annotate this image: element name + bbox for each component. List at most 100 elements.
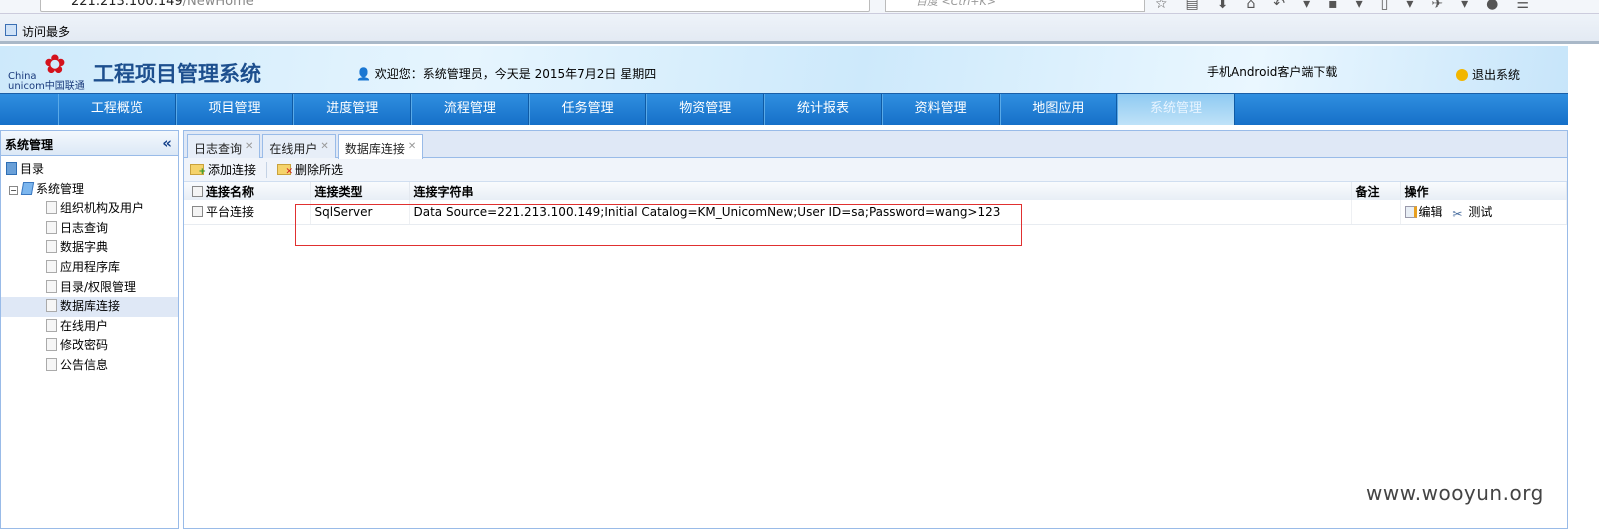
nav-progress[interactable]: 进度管理 (293, 94, 412, 125)
sidebar-item-org-users[interactable]: 组织机构及用户 (1, 199, 178, 219)
search-input[interactable]: 百度 <Ctrl+K> (885, 0, 1145, 12)
folder-icon (20, 181, 35, 195)
sidebar: 系统管理 « 目录 − 系统管理 组织机构及用户 日志查询 数据字典 应用程序库 … (0, 130, 179, 529)
grid-toolbar: + 添加连接 ✕ 删除所选 (184, 158, 1567, 182)
directory-icon (6, 162, 17, 175)
system-title: 工程项目管理系统 (93, 62, 261, 86)
select-all-checkbox[interactable] (192, 185, 203, 197)
browser-toolbar-icons[interactable]: ☆▤⬇⌂↶▾▪▾▯▾✈▾●☰ (1155, 0, 1547, 12)
collapse-node-icon[interactable]: − (9, 185, 18, 195)
page-icon (46, 357, 57, 371)
nav-system[interactable]: 系统管理 (1117, 94, 1235, 125)
tab-label: 数据库连接 (344, 142, 405, 156)
nav-map[interactable]: 地图应用 (999, 94, 1118, 125)
header-name: 连接名称 (184, 182, 311, 200)
close-icon[interactable]: ✕ (408, 141, 416, 152)
url-bar[interactable]: 221.213.100.149/NewHome (40, 0, 870, 12)
main-nav: 工程概览 项目管理 进度管理 流程管理 任务管理 物资管理 统计报表 资料管理 … (0, 93, 1568, 125)
add-connection-label: 添加连接 (208, 163, 257, 177)
content-panel: 日志查询 ✕ 在线用户 ✕ 数据库连接 ✕ + 添加连接 ✕ 删除所选 连接名称 连接类型… (183, 130, 1568, 529)
logout-label: 退出系统 (1472, 68, 1521, 82)
table-header-row: 连接名称 连接类型 连接字符串 备注 操作 (184, 182, 1567, 200)
test-label: 测试 (1468, 205, 1493, 220)
toolbar-separator (266, 161, 268, 178)
sidebar-item-change-password[interactable]: 修改密码 (1, 336, 178, 356)
row-checkbox[interactable] (192, 206, 203, 218)
china-unicom-logo: ✿ China unicom中国联通 (8, 52, 88, 92)
tree-group-label: 系统管理 (36, 181, 85, 196)
nav-reports[interactable]: 统计报表 (764, 94, 882, 125)
sidebar-item-online-users[interactable]: 在线用户 (1, 317, 178, 337)
page-icon (46, 201, 57, 215)
sidebar-item-dictionary[interactable]: 数据字典 (1, 238, 178, 258)
edit-icon (1404, 206, 1417, 219)
add-folder-icon: + (190, 164, 206, 177)
header-label: 连接名称 (206, 184, 255, 199)
header-conn-string: 连接字符串 (409, 182, 1352, 200)
edit-label: 编辑 (1418, 205, 1443, 220)
delete-folder-icon: ✕ (277, 164, 293, 177)
unicom-knot-icon: ✿ (44, 50, 66, 80)
cell-name: 平台连接 (184, 200, 311, 225)
header-note: 备注 (1351, 182, 1401, 200)
sidebar-item-announcements[interactable]: 公告信息 (1, 356, 178, 376)
sidebar-item-label: 组织机构及用户 (60, 201, 145, 216)
tab-label: 日志查询 (194, 142, 243, 156)
collapse-icon[interactable]: « (162, 134, 172, 152)
nav-overview[interactable]: 工程概览 (58, 94, 176, 125)
cell-actions: 编辑 ✂ 测试 (1400, 200, 1567, 225)
nav-workflow[interactable]: 流程管理 (411, 94, 529, 125)
highlight-box (295, 204, 1022, 246)
logout-button[interactable]: 退出系统 (1456, 66, 1520, 83)
header-actions: 操作 (1400, 182, 1567, 200)
close-icon[interactable]: ✕ (245, 141, 253, 152)
sidebar-item-db-connection[interactable]: 数据库连接 (1, 297, 178, 317)
sidebar-item-label: 应用程序库 (60, 259, 121, 274)
app-header: ✿ China unicom中国联通 工程项目管理系统 👤 欢迎您：系统管理员，… (0, 46, 1568, 93)
bookmark-most-visited[interactable]: 访问最多 (22, 23, 70, 40)
nav-materials[interactable]: 物资管理 (646, 94, 765, 125)
browser-toolbar: 221.213.100.149/NewHome 百度 <Ctrl+K> ☆▤⬇⌂… (0, 0, 1599, 14)
sidebar-item-app-library[interactable]: 应用程序库 (1, 258, 178, 278)
tab-log-query[interactable]: 日志查询 ✕ (187, 134, 261, 158)
page-icon (46, 240, 57, 254)
watermark: www.wooyun.org (1366, 481, 1544, 505)
tab-label: 在线用户 (269, 142, 318, 156)
delete-selected-label: 删除所选 (295, 163, 344, 177)
sidebar-item-label: 目录/权限管理 (60, 279, 137, 294)
page-icon (46, 318, 57, 332)
tab-db-connection[interactable]: 数据库连接 ✕ (337, 134, 424, 159)
tree-root[interactable]: 目录 (1, 160, 178, 180)
sidebar-item-label: 数据库连接 (60, 299, 121, 314)
logo-unicom-text: unicom中国联通 (8, 81, 85, 92)
sidebar-item-permissions[interactable]: 目录/权限管理 (1, 278, 178, 298)
page-icon (46, 299, 57, 313)
nav-tasks[interactable]: 任务管理 (528, 94, 647, 125)
android-download-link[interactable]: 手机Android客户端下载 (1207, 63, 1337, 80)
test-button[interactable]: ✂ 测试 (1452, 205, 1493, 222)
tree-group-system[interactable]: − 系统管理 (1, 180, 178, 200)
bookmark-icon (5, 24, 17, 36)
user-icon: 👤 (356, 67, 371, 81)
page-icon (46, 259, 57, 273)
close-icon[interactable]: ✕ (320, 141, 328, 152)
power-icon (1456, 69, 1468, 81)
page-icon (46, 220, 57, 234)
nav-projects[interactable]: 项目管理 (175, 94, 294, 125)
add-connection-button[interactable]: + 添加连接 (190, 161, 256, 178)
nav-documents[interactable]: 资料管理 (881, 94, 1000, 125)
page-icon (46, 338, 57, 352)
welcome-message: 欢迎您：系统管理员，今天是 2015年7月2日 星期四 (374, 67, 657, 81)
tab-online-users[interactable]: 在线用户 ✕ (262, 134, 336, 158)
delete-selected-button[interactable]: ✕ 删除所选 (277, 161, 343, 178)
sidebar-item-label: 公告信息 (60, 357, 109, 372)
sidebar-item-label: 在线用户 (60, 318, 109, 333)
sidebar-item-label: 修改密码 (60, 338, 109, 353)
url-host: 221.213.100.149 (71, 0, 183, 9)
menu-tree: 目录 − 系统管理 组织机构及用户 日志查询 数据字典 应用程序库 目录/权限管理… (1, 156, 178, 376)
edit-button[interactable]: 编辑 (1404, 205, 1443, 220)
page-icon (46, 279, 57, 293)
tools-icon: ✂ (1452, 207, 1463, 222)
sidebar-item-log-query[interactable]: 日志查询 (1, 219, 178, 239)
tab-strip: 日志查询 ✕ 在线用户 ✕ 数据库连接 ✕ (184, 131, 1567, 159)
